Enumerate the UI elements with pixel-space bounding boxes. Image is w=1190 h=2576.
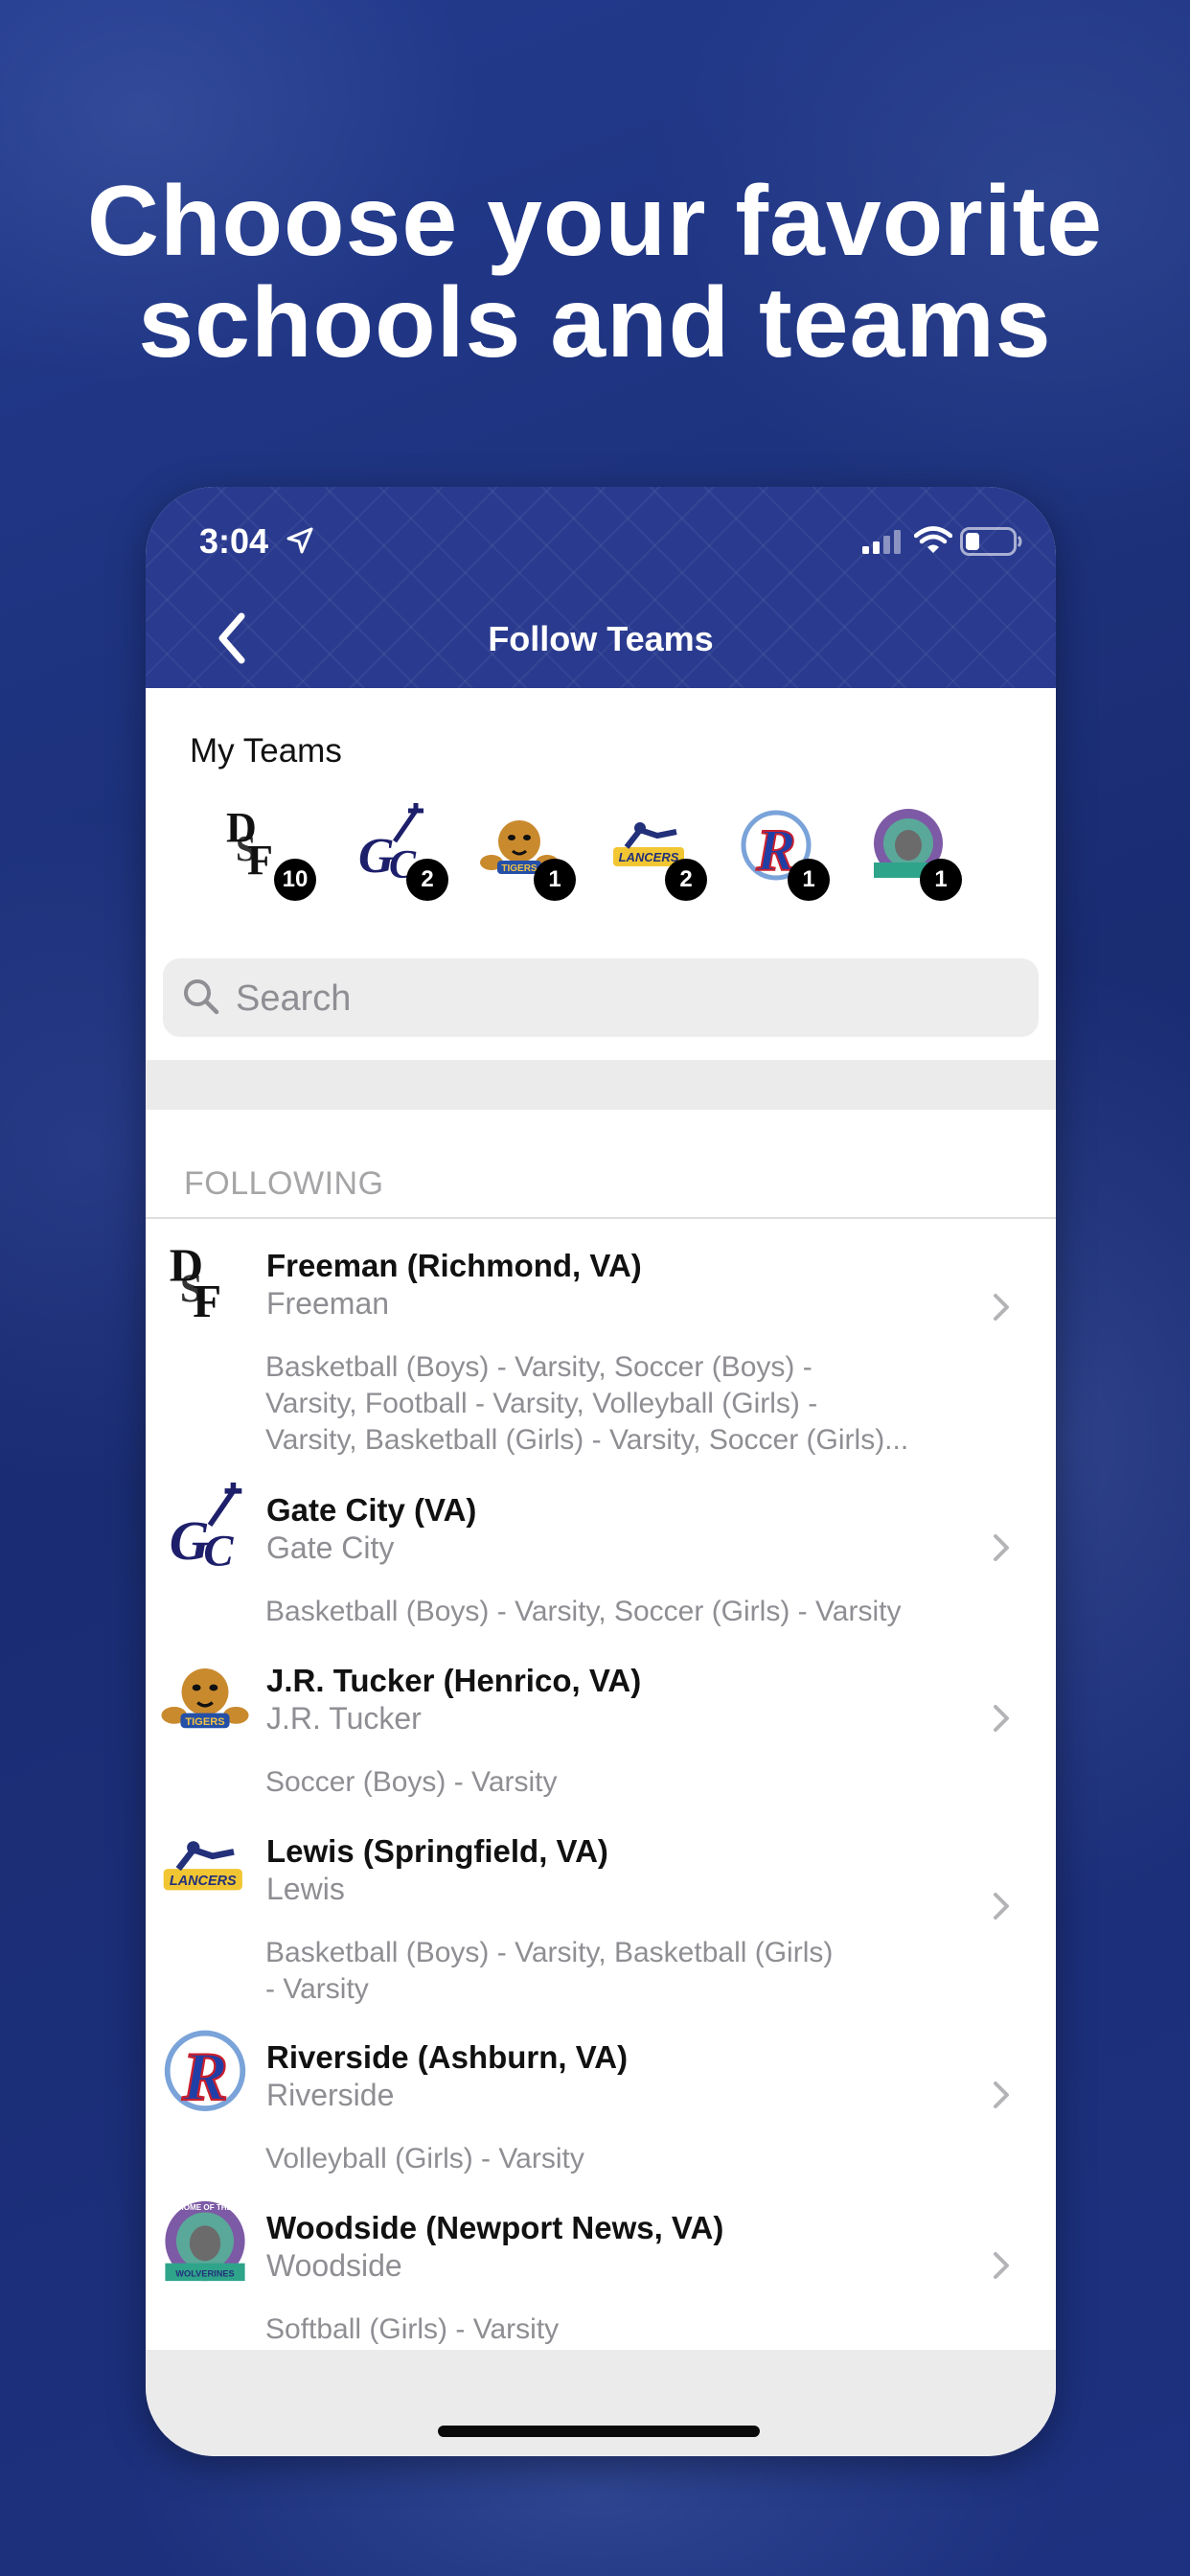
wifi-icon (914, 526, 952, 553)
my-teams-heading: My Teams (190, 732, 342, 770)
headline-line-1: Choose your favorite (86, 166, 1104, 277)
team-badge-freeman[interactable]: D F S 10 (224, 803, 316, 901)
lewis-logo: LANCERS (163, 1841, 242, 1891)
school-name: Lewis (266, 1872, 345, 1906)
chevron-right-icon (994, 1534, 1009, 1561)
team-badge-jr-tucker[interactable]: TIGERS 1 (476, 803, 576, 901)
page-title: Follow Teams (488, 619, 714, 658)
svg-text:S: S (180, 1267, 202, 1312)
jr-tucker-logo: TIGERS (161, 1668, 249, 1729)
svg-text:TIGERS: TIGERS (501, 863, 538, 874)
nav-header: 3:04 Follow Teams (146, 487, 1056, 688)
team-sports: Soccer (Boys) - Varsity (265, 1766, 558, 1798)
team-badge-lewis[interactable]: LANCERS 2 (607, 803, 707, 901)
team-row-lewis[interactable]: LANCERS Lewis (Springfield, VA) Lewis Ba… (146, 1806, 1056, 2012)
school-name: Gate City (266, 1530, 395, 1565)
search-bar[interactable] (163, 958, 1039, 1039)
chevron-right-icon (994, 1294, 1009, 1321)
team-row-gate-city[interactable]: G C Gate City (VA) Gate City Basketball … (146, 1465, 1056, 1636)
search-input[interactable] (234, 958, 1004, 1039)
chevron-right-icon (994, 1705, 1009, 1732)
follow-count-badge: 10 (274, 859, 316, 901)
follow-count-badge: 2 (665, 859, 707, 901)
team-row-woodside[interactable]: HOME OF THE WOLVERINES Woodside (Newport… (146, 2183, 1056, 2350)
school-name: Riverside (266, 2078, 395, 2112)
headline-line-2: schools and teams (138, 267, 1052, 379)
svg-text:LANCERS: LANCERS (170, 1874, 237, 1889)
svg-text:TIGERS: TIGERS (185, 1716, 224, 1728)
chevron-right-icon (994, 2252, 1009, 2279)
team-name: Freeman (Richmond, VA) (266, 1248, 642, 1283)
svg-text:LANCERS: LANCERS (619, 850, 679, 864)
woodside-logo: HOME OF THE WOLVERINES (165, 2200, 245, 2282)
school-name: Woodside (266, 2248, 402, 2283)
team-row-freeman[interactable]: D F S Freeman (Richmond, VA) Freeman Bas… (146, 1221, 1056, 1465)
riverside-logo: R (164, 2030, 246, 2116)
team-sports: Basketball (Boys) - Varsity, Soccer (Boy… (265, 1351, 909, 1456)
follow-count-badge: 1 (920, 859, 962, 901)
phone-screen: 3:04 Follow Teams My Teams D F S 10 G C … (146, 487, 1056, 2456)
svg-text:WOLVERINES: WOLVERINES (175, 2269, 234, 2279)
team-row-jr-tucker[interactable]: TIGERS J.R. Tucker (Henrico, VA) J.R. Tu… (146, 1636, 1056, 1806)
home-indicator[interactable] (438, 2426, 760, 2437)
team-badge-riverside[interactable]: R 1 (738, 803, 830, 901)
my-teams-strip: D F S 10 G C 2 TIGERS 1 LANCERS 2 R 1 1 (146, 803, 1056, 901)
following-section-header: FOLLOWING (184, 1165, 384, 1202)
battery-icon (960, 527, 1022, 556)
divider (146, 1217, 1056, 1219)
team-badge-woodside[interactable]: 1 (870, 803, 962, 901)
status-time: 3:04 (199, 521, 269, 561)
cellular-signal-icon (862, 530, 901, 554)
team-name: J.R. Tucker (Henrico, VA) (266, 1663, 642, 1698)
svg-text:R: R (181, 2039, 228, 2115)
svg-text:S: S (236, 829, 256, 869)
team-row-riverside[interactable]: R Riverside (Ashburn, VA) Riverside Voll… (146, 2012, 1056, 2183)
team-sports: Basketball (Boys) - Varsity, Basketball … (265, 1937, 834, 2005)
promo-headline: Choose your favorite schools and teams (0, 171, 1190, 374)
freeman-logo: D F S (170, 1238, 221, 1327)
search-icon (184, 979, 219, 1015)
team-sports: Volleyball (Girls) - Varsity (265, 2143, 584, 2174)
follow-count-badge: 1 (788, 859, 830, 901)
team-name: Lewis (Springfield, VA) (266, 1833, 608, 1869)
school-name: Freeman (266, 1286, 390, 1321)
chevron-right-icon (994, 1893, 1009, 1920)
location-arrow-icon (286, 527, 313, 554)
team-badge-gate-city[interactable]: G C 2 (356, 803, 448, 901)
gate-city-logo: G C (170, 1483, 242, 1576)
follow-count-badge: 2 (406, 859, 448, 901)
team-name: Gate City (VA) (266, 1492, 477, 1528)
section-separator (146, 1060, 1056, 1110)
chevron-right-icon (994, 2082, 1009, 2108)
follow-count-badge: 1 (534, 859, 576, 901)
team-name: Woodside (Newport News, VA) (266, 2210, 724, 2245)
svg-text:C: C (203, 1527, 234, 1576)
school-name: J.R. Tucker (266, 1701, 422, 1736)
team-sports: Basketball (Boys) - Varsity, Soccer (Gir… (265, 1596, 902, 1627)
team-sports: Softball (Girls) - Varsity (265, 2313, 560, 2345)
svg-text:HOME OF THE: HOME OF THE (178, 2203, 233, 2212)
team-name: Riverside (Ashburn, VA) (266, 2039, 629, 2075)
bottom-safe-area (146, 2350, 1056, 2456)
